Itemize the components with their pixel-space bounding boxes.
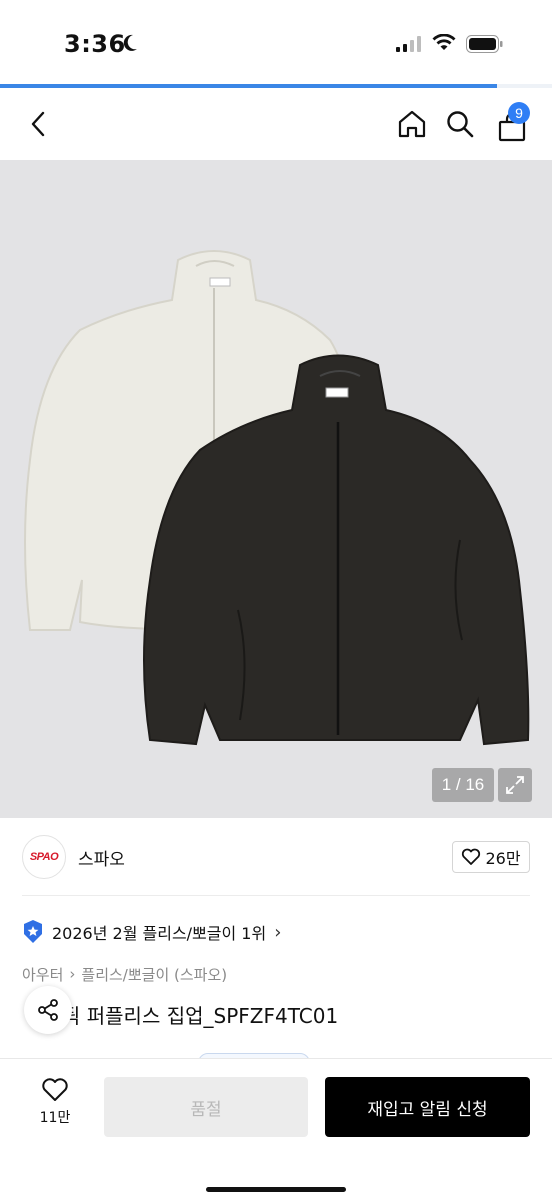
home-indicator — [206, 1187, 346, 1192]
home-icon — [398, 110, 426, 138]
brand-name[interactable]: 스파오 — [78, 845, 125, 870]
wishlist-button[interactable]: 11만 — [30, 1077, 80, 1137]
search-icon — [447, 111, 474, 138]
share-icon — [38, 999, 58, 1021]
heart-icon — [42, 1078, 68, 1101]
share-button[interactable] — [24, 986, 72, 1034]
search-button[interactable] — [438, 88, 482, 160]
ranking-link[interactable]: 2026년 2월 플리스/뽀글이 1위 › — [22, 916, 281, 948]
status-time: 3:36 — [64, 30, 126, 58]
heart-icon — [462, 848, 481, 865]
moon-icon — [123, 34, 137, 51]
breadcrumb-subcategory[interactable]: 플리스/뽀글이 (스파오) — [81, 964, 227, 985]
divider — [22, 895, 530, 896]
breadcrumb-separator-icon: › — [69, 965, 76, 983]
image-counter: 1 / 16 — [432, 768, 494, 802]
brand-like-count: 26만 — [485, 849, 521, 868]
top-nav: 9 — [0, 88, 552, 160]
product-photo — [24, 250, 530, 746]
brand-row[interactable]: SPAO 스파오 26만 — [0, 818, 552, 896]
cart-count-badge: 9 — [508, 102, 530, 124]
wishlist-count: 11만 — [39, 1110, 71, 1126]
ranking-text: 2026년 2월 플리스/뽀글이 1위 — [52, 924, 267, 943]
rank-badge-icon — [24, 920, 42, 943]
breadcrumb-category[interactable]: 아우터 — [22, 964, 63, 985]
chevron-right-icon: › — [274, 921, 282, 943]
brand-logo-text: SPAO — [29, 851, 59, 863]
cart-button[interactable]: 9 — [488, 88, 536, 160]
brand-like-button[interactable]: 26만 — [452, 841, 530, 873]
breadcrumb: 아우터 › 플리스/뽀글이 (스파오) — [22, 962, 227, 986]
wifi-icon — [432, 34, 456, 50]
brand-logo: SPAO — [22, 835, 66, 879]
restock-alert-button[interactable]: 재입고 알림 신청 — [325, 1077, 530, 1137]
product-title: 뒥 퍼플리스 집업_SPFZF4TC01 — [62, 1004, 339, 1028]
soldout-button[interactable]: 품절 — [104, 1077, 308, 1137]
status-bar: 3:36 — [0, 0, 552, 84]
home-button[interactable] — [390, 88, 434, 160]
cellular-signal-icon — [396, 36, 421, 52]
chevron-left-icon — [31, 111, 45, 137]
back-button[interactable] — [16, 88, 60, 160]
expand-icon — [506, 776, 524, 794]
battery-icon — [466, 35, 503, 53]
product-image-gallery[interactable]: 1 / 16 — [0, 160, 552, 818]
expand-image-button[interactable] — [498, 768, 532, 802]
bottom-action-bar: 11만 품절 재입고 알림 신청 — [0, 1058, 552, 1200]
